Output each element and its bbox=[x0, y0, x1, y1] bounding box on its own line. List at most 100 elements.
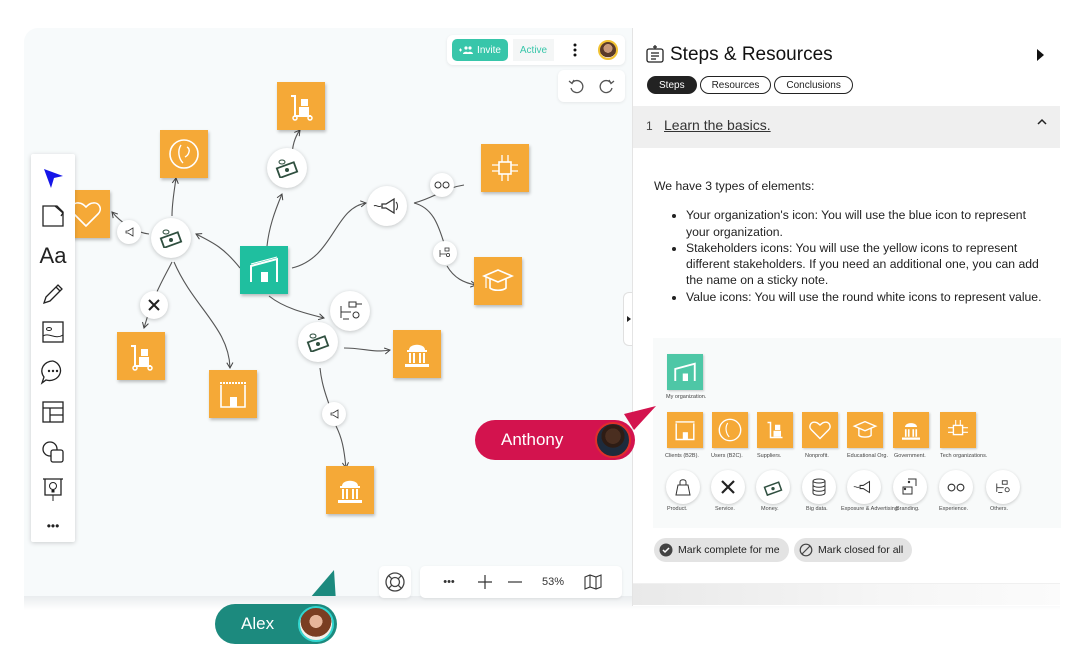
trolley-icon bbox=[131, 345, 153, 371]
invite-label: Invite bbox=[477, 44, 501, 56]
storefront-icon bbox=[675, 421, 695, 441]
elements-legend: My organization. Clients (B2B). Users (B… bbox=[653, 338, 1061, 528]
value-exposure-node-2[interactable] bbox=[117, 220, 141, 244]
help-button[interactable] bbox=[379, 566, 411, 598]
edge bbox=[343, 347, 391, 355]
pencil-icon bbox=[42, 284, 63, 305]
legend-others-icon bbox=[986, 470, 1020, 504]
money-icon bbox=[306, 333, 330, 352]
text-icon: Aa bbox=[39, 243, 67, 268]
sticky-note-icon bbox=[42, 205, 64, 227]
megaphone-icon bbox=[125, 227, 134, 237]
undo-icon[interactable] bbox=[568, 78, 584, 94]
clients-b2b-node[interactable] bbox=[209, 370, 257, 418]
tech-organizations-node[interactable] bbox=[481, 144, 529, 192]
legend-big-data-icon bbox=[802, 470, 836, 504]
value-money-node[interactable] bbox=[267, 148, 307, 188]
cursor-arrow-icon bbox=[44, 169, 63, 188]
presentation-bulb-icon bbox=[43, 478, 63, 501]
zoom-in-button[interactable] bbox=[472, 566, 498, 598]
globe-person-icon bbox=[169, 139, 199, 169]
legend-label: Experience. bbox=[939, 506, 969, 512]
block-icon bbox=[799, 543, 813, 557]
edge bbox=[413, 202, 445, 244]
active-users-button[interactable]: Active bbox=[513, 39, 554, 61]
organization-node[interactable] bbox=[240, 246, 288, 294]
branding-icon bbox=[902, 478, 917, 495]
minimap-button[interactable] bbox=[578, 566, 608, 598]
legend-label: Tech organizations. bbox=[940, 453, 988, 459]
government-node-2[interactable] bbox=[326, 466, 374, 514]
legend-government-icon bbox=[893, 412, 929, 448]
more-vertical-icon[interactable] bbox=[572, 42, 578, 58]
trolley-icon bbox=[767, 421, 783, 439]
check-circle-icon bbox=[659, 543, 673, 557]
more-tools[interactable]: ••• bbox=[39, 512, 67, 540]
educational-org-node[interactable] bbox=[474, 257, 522, 305]
step-content: We have 3 types of elements: Your organi… bbox=[654, 178, 1049, 305]
bullet-heading: Your organization's icon: bbox=[686, 208, 818, 223]
zoom-out-button[interactable] bbox=[502, 566, 528, 598]
tab-steps[interactable]: Steps bbox=[647, 76, 697, 94]
value-money-node-2[interactable] bbox=[151, 218, 191, 258]
tab-conclusions[interactable]: Conclusions bbox=[774, 76, 853, 94]
layout-icon bbox=[42, 401, 64, 423]
suppliers-node[interactable] bbox=[277, 82, 325, 130]
value-money-node-3[interactable] bbox=[298, 322, 338, 362]
legend-label: Educational Org. bbox=[847, 453, 888, 459]
redo-icon[interactable] bbox=[599, 78, 615, 94]
whiteboard-canvas[interactable] bbox=[24, 28, 632, 606]
value-experience-node[interactable] bbox=[430, 173, 454, 197]
step-number: 1 bbox=[646, 119, 653, 133]
step-title[interactable]: Learn the basics. bbox=[664, 117, 771, 133]
value-exposure-node[interactable] bbox=[367, 186, 407, 226]
graduation-cap-icon bbox=[852, 420, 878, 438]
shapes-tool[interactable] bbox=[39, 438, 67, 466]
value-others-node[interactable] bbox=[330, 291, 370, 331]
template-tool[interactable] bbox=[39, 398, 67, 426]
edge bbox=[446, 265, 477, 288]
users-b2c-node[interactable] bbox=[160, 130, 208, 178]
image-icon bbox=[42, 321, 64, 343]
legend-product-icon bbox=[666, 470, 700, 504]
comment-tool[interactable] bbox=[39, 358, 67, 386]
government-node[interactable] bbox=[393, 330, 441, 378]
text-tool[interactable]: Aa bbox=[39, 242, 67, 270]
storefront-icon bbox=[220, 382, 246, 408]
value-exposure-node-3[interactable] bbox=[322, 402, 346, 426]
list-item: Stakeholders icons: You will use the yel… bbox=[686, 240, 1049, 289]
zoom-level[interactable]: 53% bbox=[534, 566, 572, 598]
invite-button[interactable]: Invite bbox=[452, 39, 508, 61]
panel-expand-icon[interactable] bbox=[1037, 49, 1044, 61]
building-icon bbox=[674, 362, 696, 381]
faces-icon bbox=[947, 483, 965, 491]
value-service-node[interactable] bbox=[140, 291, 168, 319]
bullet-text: You will use the round white icons to re… bbox=[751, 289, 1042, 304]
sticky-note-tool[interactable] bbox=[39, 202, 67, 230]
pen-tool[interactable] bbox=[39, 280, 67, 308]
shapes-icon bbox=[42, 441, 64, 463]
bullet-heading: Stakeholders icons: bbox=[686, 240, 793, 255]
select-tool[interactable] bbox=[39, 164, 67, 192]
mark-complete-button[interactable]: Mark complete for me bbox=[654, 538, 789, 562]
chevron-up-icon[interactable] bbox=[1037, 118, 1047, 125]
alex-avatar bbox=[298, 606, 334, 642]
tab-resources[interactable]: Resources bbox=[699, 76, 772, 94]
more-options-button[interactable]: ••• bbox=[436, 566, 462, 598]
mark-closed-button[interactable]: Mark closed for all bbox=[794, 538, 913, 562]
legend-label: Suppliers. bbox=[757, 453, 782, 459]
value-others-node-2[interactable] bbox=[433, 241, 457, 265]
legend-label: Clients (B2B). bbox=[665, 453, 699, 459]
legend-label: Product. bbox=[667, 506, 688, 512]
legend-label: Others. bbox=[990, 506, 1009, 512]
image-tool[interactable] bbox=[39, 318, 67, 346]
current-user-avatar[interactable] bbox=[598, 40, 618, 60]
megaphone-icon bbox=[330, 409, 339, 419]
more-horizontal-icon: ••• bbox=[46, 519, 60, 533]
list-item: Value icons: You will use the round whit… bbox=[686, 289, 1049, 305]
step-header[interactable]: 1 Learn the basics. bbox=[633, 106, 1060, 148]
legend-label: Big data. bbox=[806, 506, 828, 512]
presentation-tool[interactable] bbox=[39, 476, 67, 504]
suppliers-node-2[interactable] bbox=[117, 332, 165, 380]
zoom-toolbar: ••• 53% bbox=[420, 566, 622, 598]
